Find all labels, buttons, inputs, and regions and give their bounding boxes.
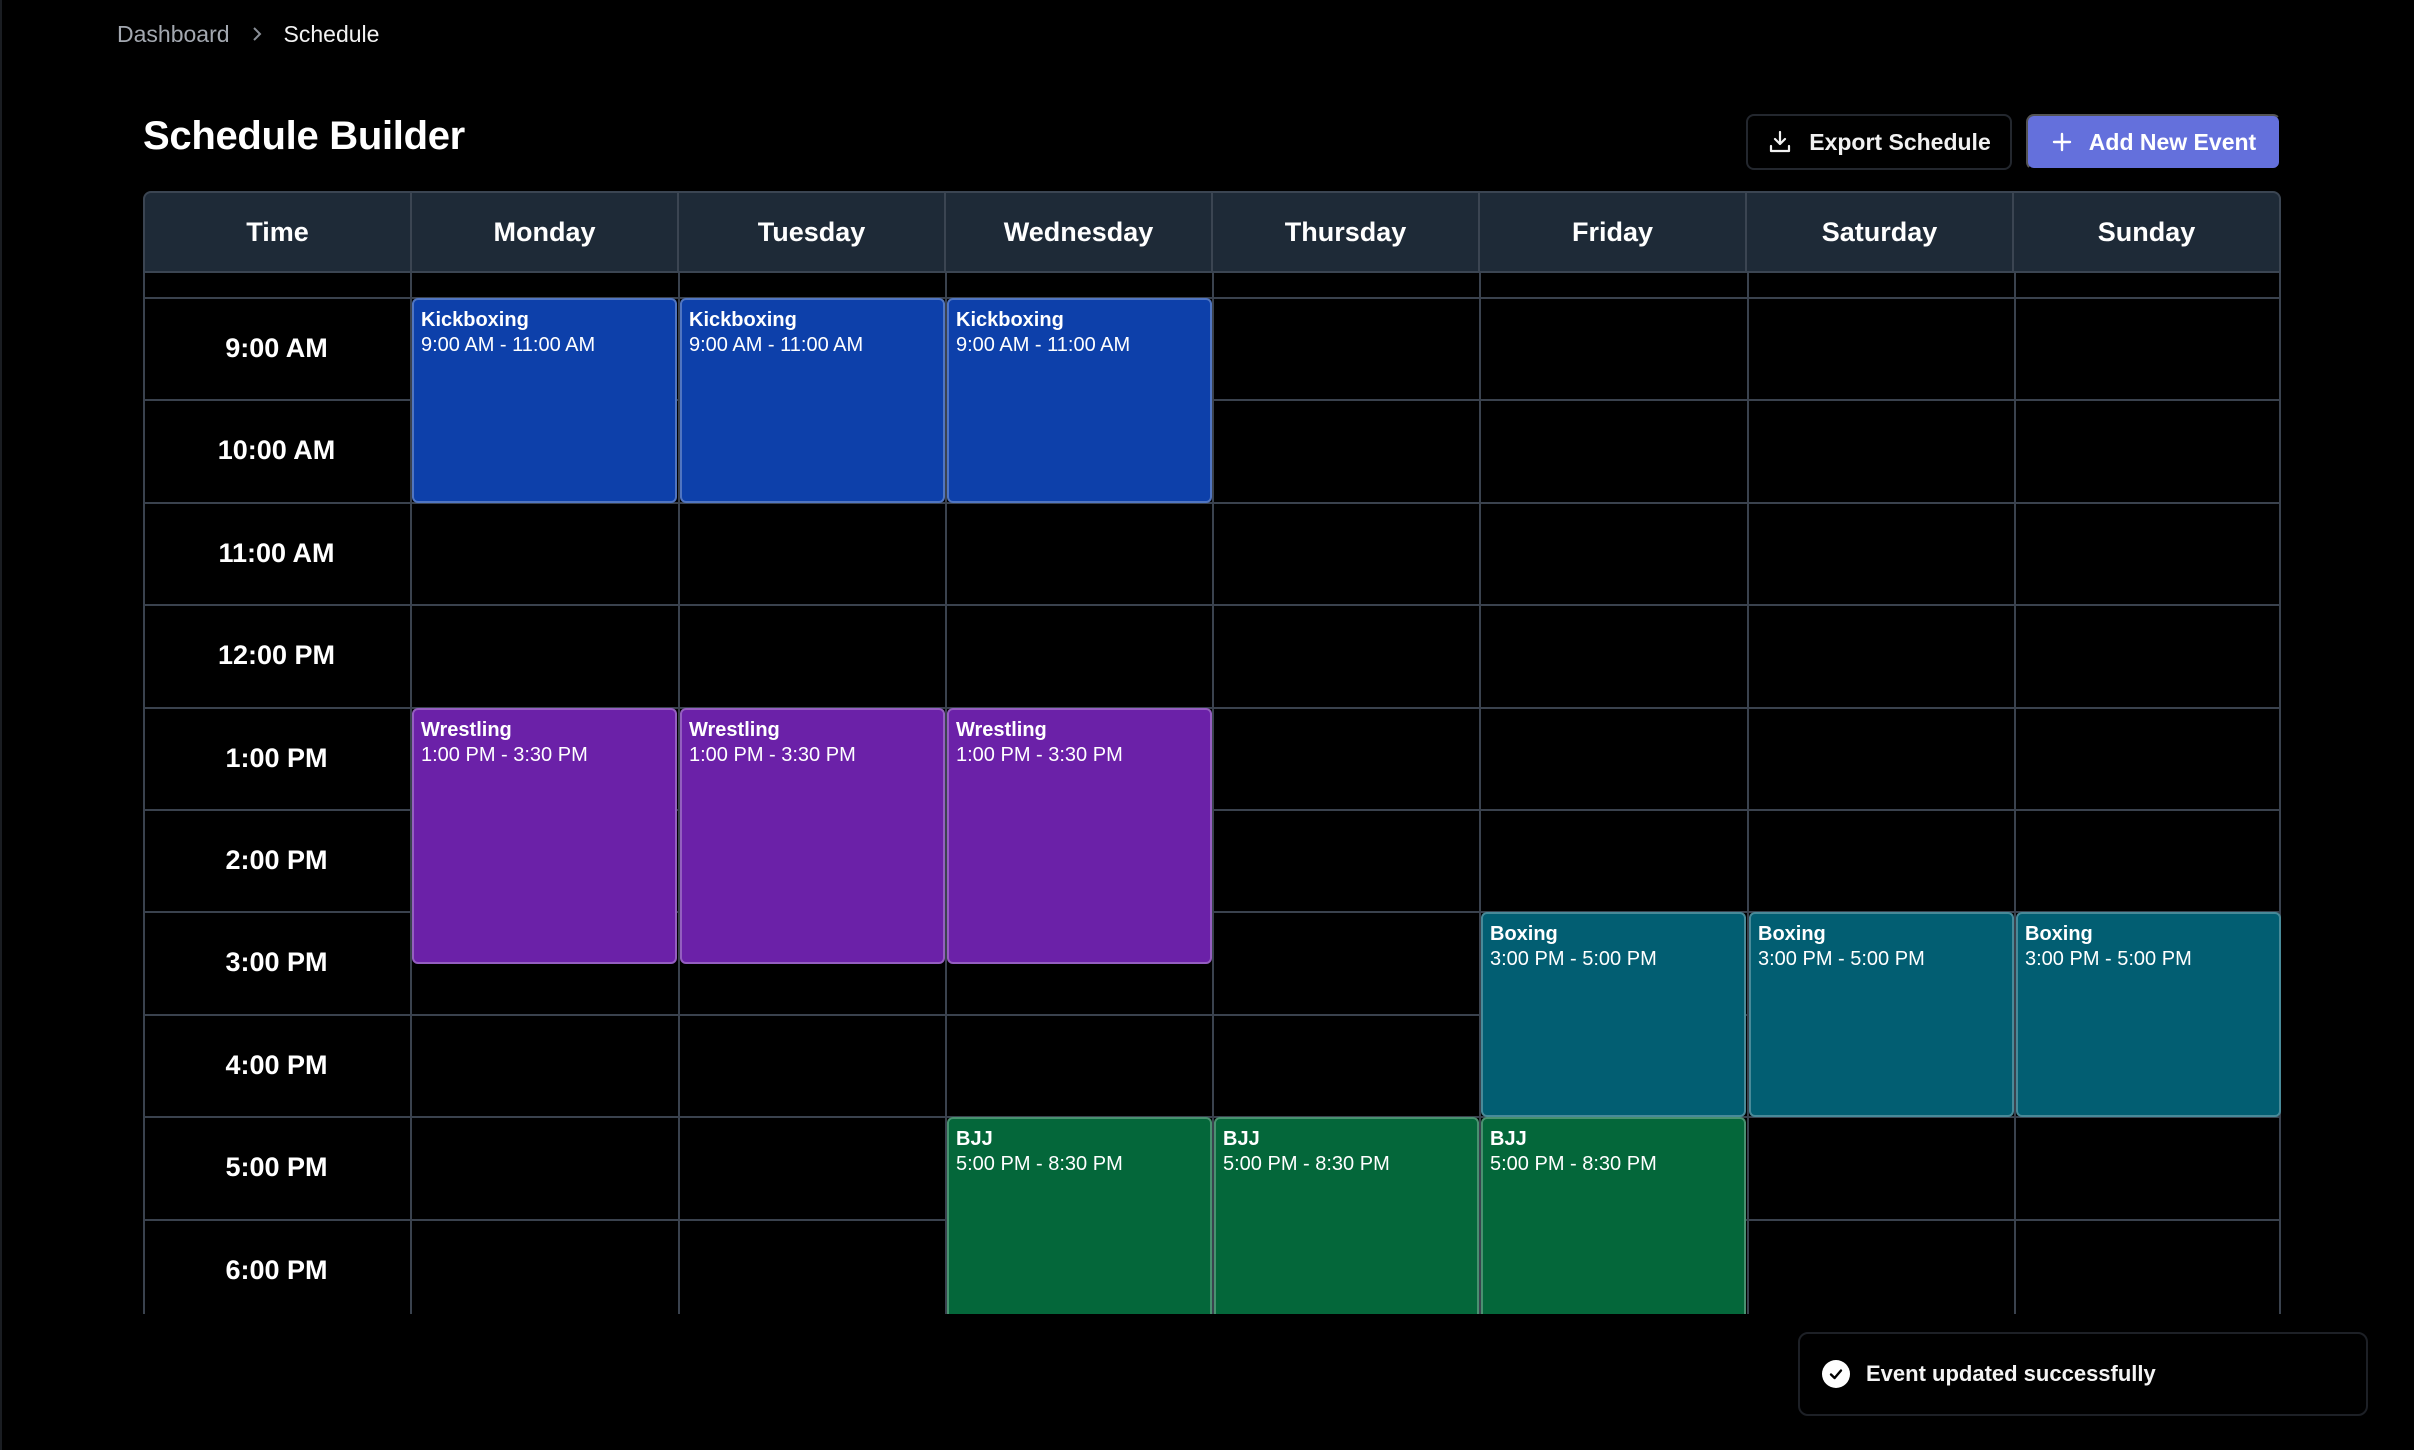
event-time: 9:00 AM - 11:00 AM xyxy=(689,334,864,356)
event-time: 1:00 PM - 3:30 PM xyxy=(956,744,1123,766)
event-block-kickboxing[interactable]: Kickboxing 9:00 AM - 11:00 AM xyxy=(947,298,1212,503)
time-slot-label: 2:00 PM xyxy=(225,844,328,875)
export-schedule-button[interactable]: Export Schedule xyxy=(1746,114,2012,170)
grid-column-divider xyxy=(2279,273,2281,1314)
time-slot-label: 12:00 PM xyxy=(217,639,336,670)
event-time: 5:00 PM - 8:30 PM xyxy=(1223,1153,1390,1175)
event-time: 9:00 AM - 11:00 AM xyxy=(421,334,596,356)
header-tuesday: Tuesday xyxy=(679,193,946,271)
event-time: 5:00 PM - 8:30 PM xyxy=(1490,1153,1657,1175)
time-slot-label: 9:00 AM xyxy=(225,332,328,363)
event-block-kickboxing[interactable]: Kickboxing 9:00 AM - 11:00 AM xyxy=(680,298,945,503)
event-title: Kickboxing xyxy=(956,309,1064,331)
event-title: BJJ xyxy=(956,1128,993,1150)
grid-column-divider xyxy=(2014,273,2016,1314)
event-title: Wrestling xyxy=(956,719,1047,741)
event-block-wrestling[interactable]: Wrestling 1:00 PM - 3:30 PM xyxy=(412,708,677,964)
event-time: 9:00 AM - 11:00 AM xyxy=(956,334,1131,356)
chevron-right-icon xyxy=(250,26,264,42)
time-slot-label: 11:00 AM xyxy=(218,537,335,568)
header-saturday: Saturday xyxy=(1747,193,2014,271)
event-block-boxing[interactable]: Boxing 3:00 PM - 5:00 PM xyxy=(2016,912,2281,1117)
header-sunday: Sunday xyxy=(2097,216,2196,247)
header-thursday: Thursday xyxy=(1213,193,1480,271)
event-title: BJJ xyxy=(1490,1128,1527,1150)
event-time: 1:00 PM - 3:30 PM xyxy=(421,744,588,766)
time-slot-label: 1:00 PM xyxy=(225,742,328,773)
add-new-event-button[interactable]: Add New Event xyxy=(2026,114,2281,170)
time-slot-label: 6:00 PM xyxy=(225,1254,328,1285)
event-title: Boxing xyxy=(1490,923,1558,945)
time-slot-label: 5:00 PM xyxy=(225,1151,328,1182)
event-block-boxing[interactable]: Boxing 3:00 PM - 5:00 PM xyxy=(1749,912,2014,1117)
add-new-event-label: Add New Event xyxy=(2088,128,2257,155)
grid-row-divider xyxy=(143,1219,2281,1221)
header-monday: Monday xyxy=(412,193,679,271)
breadcrumb-current: Schedule xyxy=(283,20,380,47)
event-title: BJJ xyxy=(1223,1128,1260,1150)
breadcrumb-dashboard-link[interactable]: Dashboard xyxy=(117,21,230,48)
toast-notification: Event updated successfully xyxy=(1798,1332,2368,1416)
download-icon xyxy=(1770,130,1791,153)
window-edge xyxy=(0,0,2,1450)
schedule-calendar: Time Monday Tuesday Wednesday Thursday F… xyxy=(143,191,2281,1314)
event-title: Wrestling xyxy=(421,719,512,741)
event-title: Kickboxing xyxy=(421,309,529,331)
grid-column-divider xyxy=(1747,273,1749,1314)
grid-row-divider xyxy=(143,604,2281,606)
event-block-bjj[interactable]: BJJ 5:00 PM - 8:30 PM xyxy=(947,1117,1212,1314)
event-block-kickboxing[interactable]: Kickboxing 9:00 AM - 11:00 AM xyxy=(412,298,677,503)
calendar-header: Time Monday Tuesday Wednesday Thursday F… xyxy=(143,191,2281,273)
event-title: Boxing xyxy=(2025,923,2093,945)
event-block-wrestling[interactable]: Wrestling 1:00 PM - 3:30 PM xyxy=(680,708,945,964)
event-time: 5:00 PM - 8:30 PM xyxy=(956,1153,1123,1175)
event-block-wrestling[interactable]: Wrestling 1:00 PM - 3:30 PM xyxy=(947,708,1212,964)
event-title: Wrestling xyxy=(689,719,780,741)
time-slot-label: 3:00 PM xyxy=(225,946,328,977)
event-time: 3:00 PM - 5:00 PM xyxy=(1490,948,1657,970)
time-slot-label: 10:00 AM xyxy=(217,434,336,465)
breadcrumb: Dashboard Schedule xyxy=(117,19,379,49)
header-time: Time xyxy=(145,193,412,271)
event-time: 3:00 PM - 5:00 PM xyxy=(2025,948,2192,970)
toast-message: Event updated successfully xyxy=(1866,1361,2156,1386)
event-time: 1:00 PM - 3:30 PM xyxy=(689,744,856,766)
event-block-bjj[interactable]: BJJ 5:00 PM - 8:30 PM xyxy=(1214,1117,1479,1314)
page-title: Schedule Builder xyxy=(143,114,465,158)
check-circle-icon xyxy=(1822,1360,1850,1388)
header-wednesday: Wednesday xyxy=(946,193,1213,271)
event-title: Kickboxing xyxy=(689,309,797,331)
time-slot-label: 4:00 PM xyxy=(225,1049,328,1080)
event-block-bjj[interactable]: BJJ 5:00 PM - 8:30 PM xyxy=(1481,1117,1746,1314)
export-schedule-label: Export Schedule xyxy=(1809,128,1991,155)
plus-icon xyxy=(2052,132,2071,152)
event-time: 3:00 PM - 5:00 PM xyxy=(1758,948,1925,970)
event-block-boxing[interactable]: Boxing 3:00 PM - 5:00 PM xyxy=(1481,912,1746,1117)
event-title: Boxing xyxy=(1758,923,1826,945)
header-friday: Friday xyxy=(1480,193,1747,271)
